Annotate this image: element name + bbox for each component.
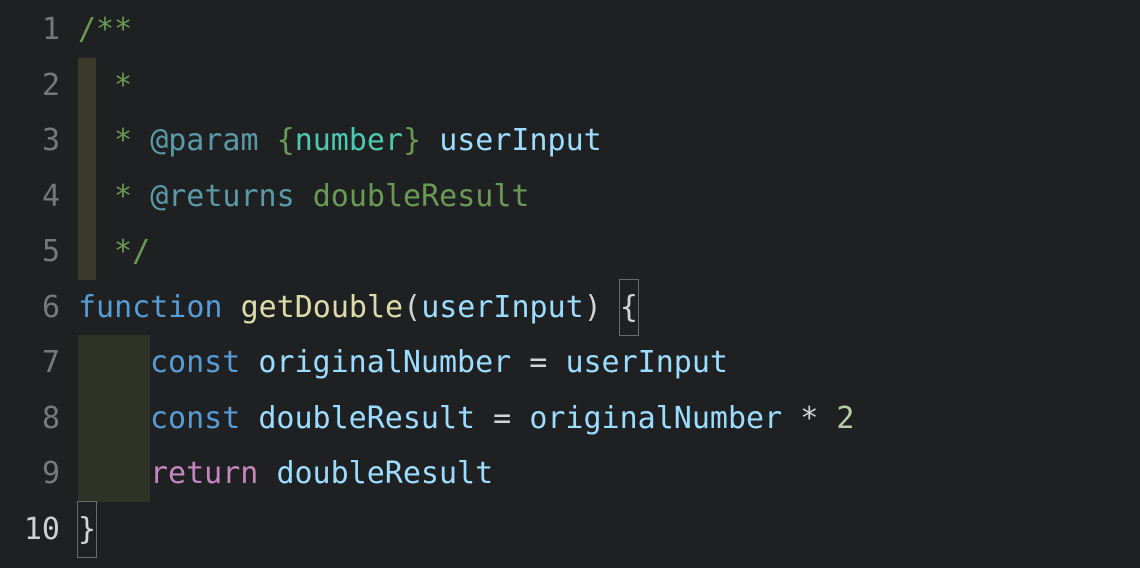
brace-token: } (403, 123, 439, 158)
line-number-gutter: 1 2 3 4 5 6 7 8 9 10 (0, 0, 78, 568)
paren-open: ( (403, 290, 421, 325)
space-token (295, 179, 313, 214)
keyword-function: function (78, 290, 223, 325)
line-number: 9 (0, 446, 60, 502)
indent-guide (78, 446, 150, 502)
code-line[interactable]: } (78, 502, 1140, 558)
code-line[interactable]: /** (78, 2, 1140, 58)
space-token (602, 290, 620, 325)
space-token (240, 345, 258, 380)
comment-token: * (96, 123, 150, 158)
jsdoc-tag: @param (150, 123, 258, 158)
line-number: 7 (0, 335, 60, 391)
variable-token: doubleResult (276, 456, 493, 491)
jsdoc-tag: @returns (150, 179, 295, 214)
brace-open-matched: { (620, 280, 638, 336)
space-token (258, 456, 276, 491)
code-line[interactable]: */ (78, 224, 1140, 280)
indent-guide (78, 58, 96, 114)
space-token (223, 290, 241, 325)
keyword-return: return (150, 456, 258, 491)
line-number: 1 (0, 2, 60, 58)
comment-token: * (96, 68, 132, 103)
indent-guide (78, 113, 96, 169)
line-number-current: 10 (0, 502, 60, 558)
comment-token: /** (78, 12, 132, 47)
equals-token: = (511, 345, 565, 380)
code-editor[interactable]: /** * * @param {number} userInput * @ret… (78, 0, 1140, 568)
indent-guide (78, 335, 150, 391)
line-number: 6 (0, 280, 60, 336)
code-line[interactable]: * @returns doubleResult (78, 169, 1140, 225)
operator-token: * (782, 401, 836, 436)
comment-token: * (96, 179, 150, 214)
number-literal: 2 (836, 401, 854, 436)
indent-guide (78, 224, 96, 280)
code-line[interactable]: return doubleResult (78, 446, 1140, 502)
function-name: getDouble (241, 290, 404, 325)
code-line[interactable]: function getDouble(userInput) { (78, 280, 1140, 336)
param-token: userInput (439, 123, 602, 158)
line-number: 4 (0, 169, 60, 225)
returns-value-token: doubleResult (313, 179, 530, 214)
line-number: 8 (0, 391, 60, 447)
keyword-const: const (150, 401, 240, 436)
indent-guide (78, 169, 96, 225)
keyword-const: const (150, 345, 240, 380)
variable-token: originalNumber (529, 401, 782, 436)
equals-token: = (475, 401, 529, 436)
paren-close: ) (584, 290, 602, 325)
variable-token: doubleResult (258, 401, 475, 436)
code-line[interactable]: const doubleResult = originalNumber * 2 (78, 391, 1140, 447)
variable-token: userInput (565, 345, 728, 380)
code-line[interactable]: * (78, 58, 1140, 114)
variable-token: originalNumber (258, 345, 511, 380)
space-token (240, 401, 258, 436)
type-token: number (295, 123, 403, 158)
indent-guide (78, 391, 150, 447)
line-number: 5 (0, 224, 60, 280)
brace-token: { (259, 123, 295, 158)
code-line[interactable]: * @param {number} userInput (78, 113, 1140, 169)
code-line[interactable]: const originalNumber = userInput (78, 335, 1140, 391)
line-number: 2 (0, 58, 60, 114)
parameter-token: userInput (421, 290, 584, 325)
brace-close-matched: } (78, 502, 96, 558)
line-number: 3 (0, 113, 60, 169)
comment-token: */ (96, 234, 150, 269)
